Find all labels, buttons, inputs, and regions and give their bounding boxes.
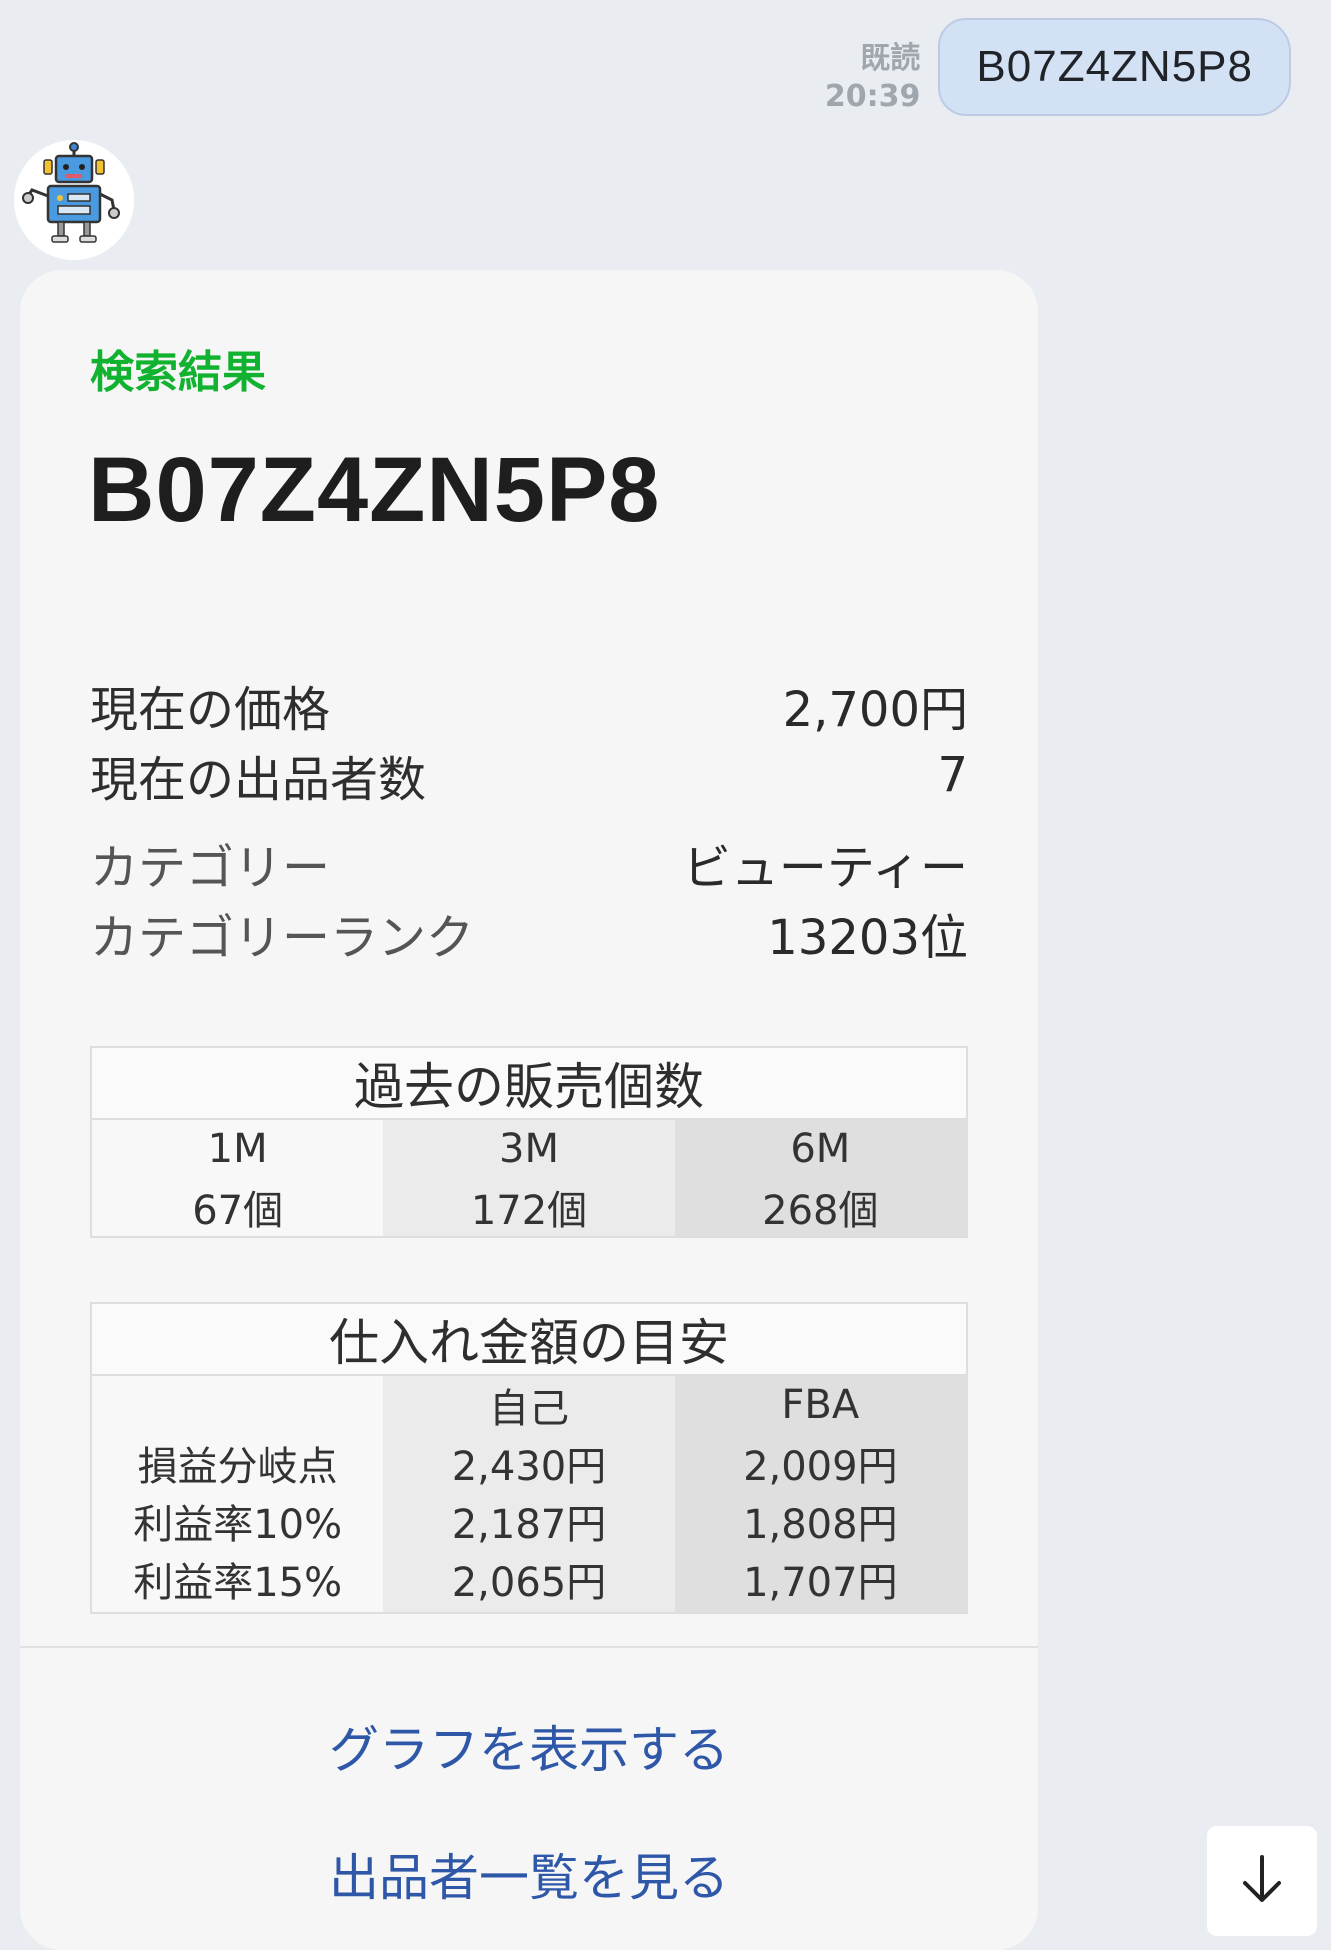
detail-label: カテゴリーランク (90, 910, 475, 966)
sales-period-6m: 6M 268個 (674, 1120, 966, 1236)
sales-history-table: 過去の販売個数 1M 67個 3M 172個 6M 268個 (90, 1046, 968, 1238)
cell-value: 1,707円 (743, 1560, 898, 1606)
period-value: 172個 (470, 1188, 588, 1234)
detail-label: カテゴリー (90, 840, 331, 896)
cell-value: 2,065円 (451, 1560, 607, 1606)
sales-period-1m: 1M 67個 (92, 1120, 384, 1236)
card-kicker: 検索結果 (90, 347, 266, 398)
sales-table-title: 過去の販売個数 (92, 1048, 966, 1120)
sales-period-3m: 3M 172個 (383, 1120, 675, 1236)
message-meta: 既読 20:39 (825, 40, 921, 116)
detail-row-price: 現在の価格 2,700円 (90, 670, 968, 740)
outgoing-message-bubble[interactable]: B07Z4ZN5P8 (938, 18, 1291, 116)
detail-value: 13203位 (767, 910, 968, 966)
detail-row-sellers: 現在の出品者数 7 (90, 740, 968, 810)
arrow-down-icon (1237, 1851, 1287, 1911)
purchase-row-labels: 損益分岐点 利益率10% 利益率15% (92, 1376, 384, 1612)
purchase-col-fba: FBA 2,009円 1,808円 1,707円 (674, 1376, 966, 1612)
scroll-to-bottom-button[interactable] (1207, 1826, 1317, 1936)
detail-value: 7 (937, 747, 968, 803)
detail-label: 現在の価格 (90, 682, 331, 738)
purchase-price-table: 仕入れ金額の目安 損益分岐点 利益率10% 利益率15% 自己 2,430円 2… (90, 1302, 968, 1614)
view-sellers-button[interactable]: 出品者一覧を見る (20, 1838, 1038, 1910)
detail-label: 現在の出品者数 (90, 752, 427, 808)
period-value: 268個 (762, 1188, 879, 1234)
cell-value: 2,187円 (451, 1502, 607, 1548)
detail-row-category: カテゴリー ビューティー (90, 828, 968, 898)
outgoing-message-row: 既読 20:39 B07Z4ZN5P8 (825, 18, 1291, 116)
asin-title: B07Z4ZN5P8 (88, 439, 661, 541)
detail-value: ビューティー (682, 840, 968, 896)
detail-row-category-rank: カテゴリーランク 13203位 (90, 898, 968, 968)
message-time: 20:39 (824, 79, 921, 114)
card-divider (20, 1646, 1038, 1648)
col-header: FBA (781, 1382, 860, 1428)
period-value: 67個 (192, 1188, 284, 1234)
cell-value: 2,430円 (451, 1444, 607, 1490)
purchase-col-self: 自己 2,430円 2,187円 2,065円 (383, 1376, 675, 1612)
cell-value: 2,009円 (743, 1444, 898, 1490)
detail-value: 2,700円 (782, 682, 968, 738)
period-label: 3M (499, 1126, 559, 1172)
col-header: 自己 (488, 1386, 569, 1432)
robot-avatar-icon[interactable] (14, 140, 134, 260)
row-label: 損益分岐点 (137, 1444, 338, 1490)
purchase-table-title: 仕入れ金額の目安 (92, 1304, 966, 1376)
period-label: 6M (790, 1126, 851, 1172)
search-result-card: 検索結果 B07Z4ZN5P8 現在の価格 2,700円 現在の出品者数 7 カ… (20, 270, 1038, 1950)
read-receipt: 既読 (860, 41, 921, 76)
period-label: 1M (207, 1126, 268, 1172)
show-graph-button[interactable]: グラフを表示する (20, 1710, 1038, 1782)
cell-value: 1,808円 (743, 1502, 898, 1548)
row-label: 利益率15% (133, 1560, 343, 1606)
row-label: 利益率10% (133, 1502, 343, 1548)
